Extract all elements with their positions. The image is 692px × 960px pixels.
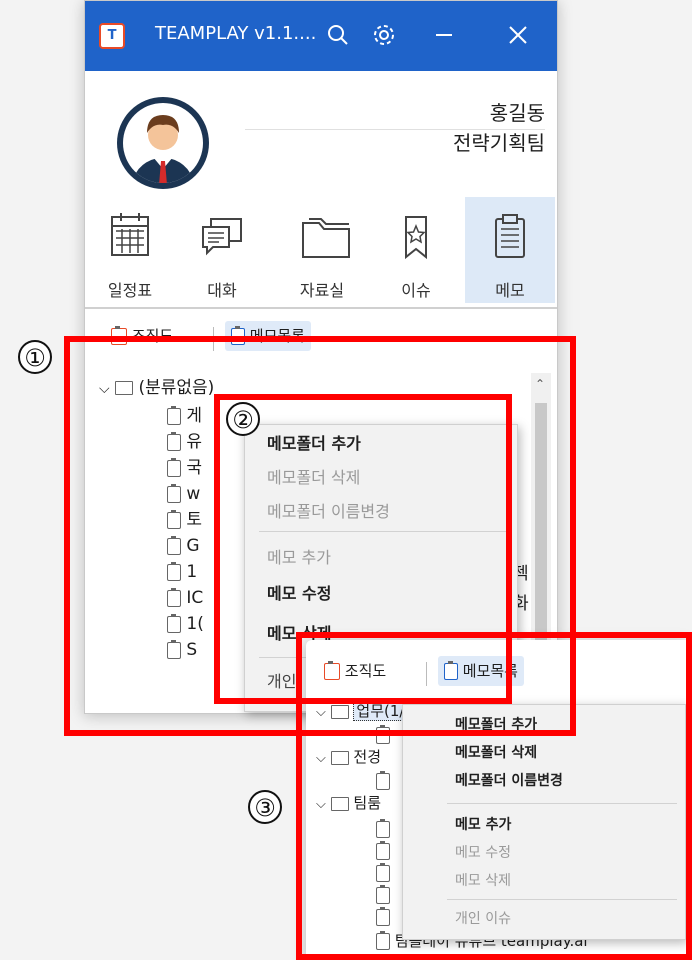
title-bar[interactable]: T TEAMPLAY v1.1.... — [85, 1, 557, 71]
menu-schedule-label: 일정표 — [107, 281, 153, 300]
menu-issue[interactable]: 이슈 — [371, 197, 461, 303]
user-name-row: 홍길동 — [245, 89, 545, 130]
app-logo-icon: T — [99, 23, 125, 49]
bookmark-star-icon — [405, 216, 427, 260]
chat-icon — [202, 218, 242, 256]
highlight-box-3 — [296, 632, 692, 960]
close-icon[interactable] — [503, 19, 533, 51]
folder-icon — [302, 218, 350, 258]
marker-2: ② — [226, 402, 260, 436]
user-name: 홍길동 — [489, 101, 545, 125]
gear-icon[interactable] — [369, 19, 399, 51]
menu-chat[interactable]: 대화 — [177, 197, 267, 303]
menu-memo[interactable]: 메모 — [465, 197, 555, 303]
calendar-icon — [111, 213, 149, 256]
marker-1: ① — [18, 340, 52, 374]
menu-files[interactable]: 자료실 — [277, 197, 367, 303]
main-menu: 일정표 대화 자료실 이슈 메모 — [85, 197, 557, 309]
menu-schedule[interactable]: 일정표 — [85, 197, 175, 303]
user-team-row: 전략기획팀 — [245, 125, 545, 165]
avatar[interactable] — [115, 95, 211, 191]
marker-3: ③ — [248, 790, 282, 824]
clipboard-icon — [495, 214, 525, 258]
profile-section: 홍길동 전략기획팀 — [85, 71, 557, 201]
menu-chat-label: 대화 — [207, 281, 237, 300]
app-title: TEAMPLAY v1.1.... — [155, 23, 317, 44]
user-team: 전략기획팀 — [453, 131, 545, 155]
menu-issue-label: 이슈 — [401, 281, 431, 300]
search-icon[interactable] — [323, 19, 353, 51]
menu-files-label: 자료실 — [299, 281, 345, 300]
minimize-icon[interactable] — [429, 19, 459, 51]
menu-memo-label: 메모 — [495, 281, 525, 300]
